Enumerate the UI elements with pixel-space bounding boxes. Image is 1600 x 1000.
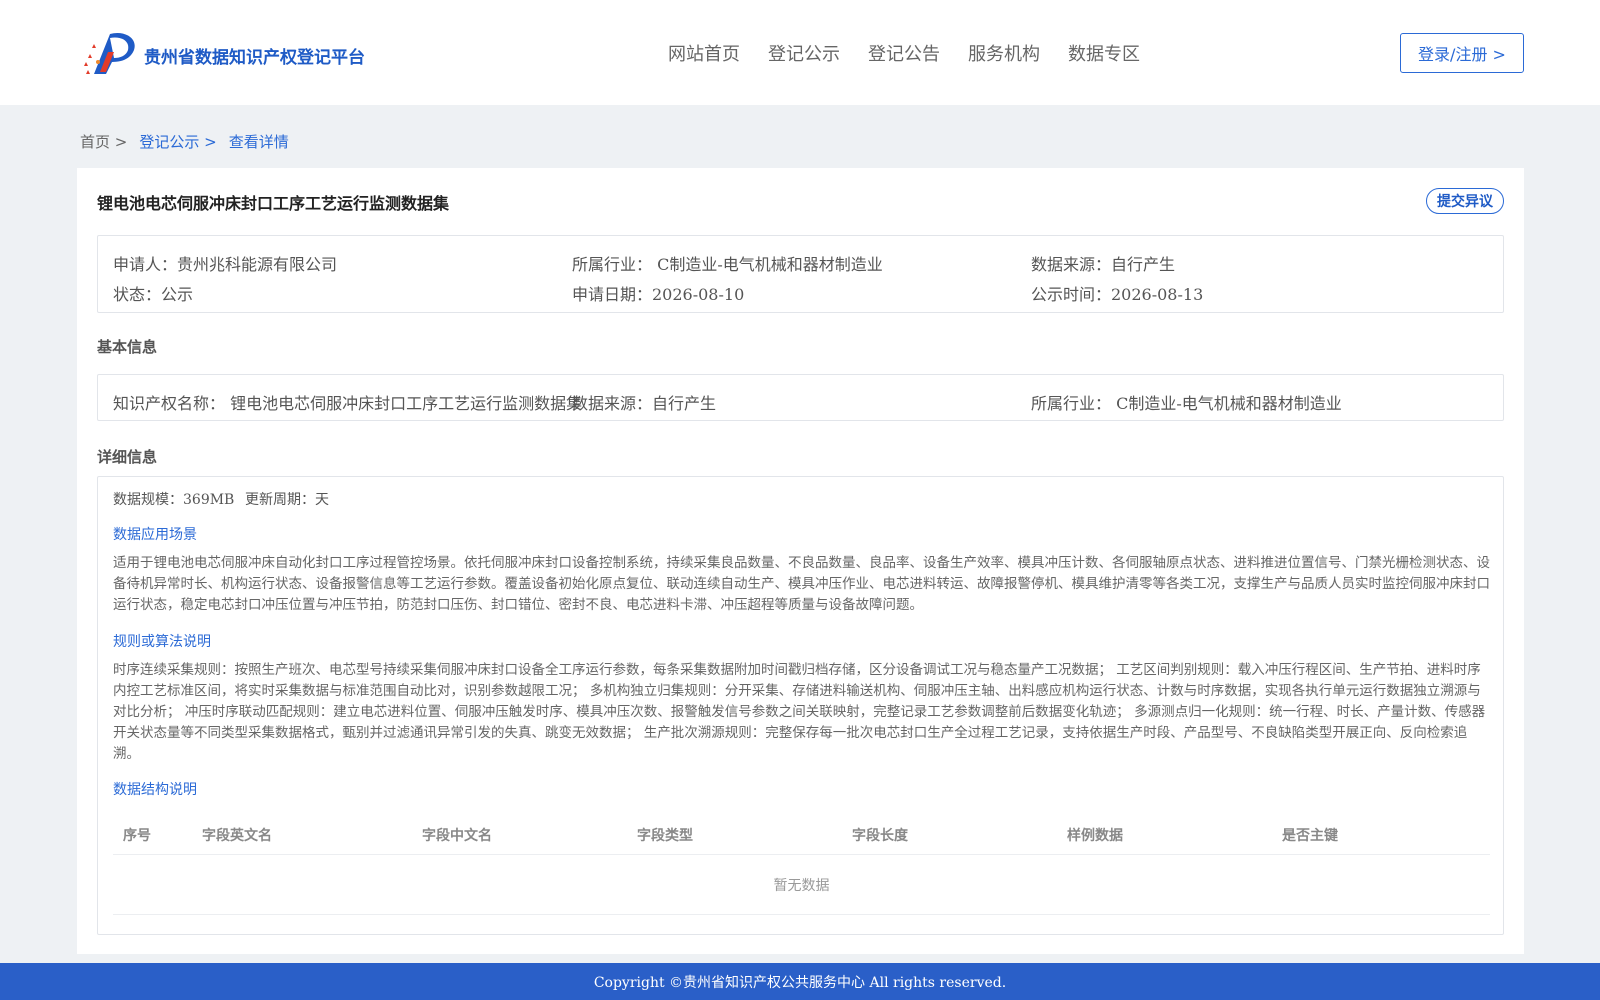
breadcrumb-current: 查看详情 xyxy=(228,133,289,151)
applicant: 申请人：贵州兆科能源有限公司 xyxy=(113,255,338,274)
login-register-button[interactable]: 登录/注册 > xyxy=(1400,33,1524,73)
main-nav: 网站首页 登记公示 登记公告 服务机构 数据专区 xyxy=(668,40,1168,66)
field-table-header: 序号 字段英文名 字段中文名 字段类型 字段长度 样例数据 是否主键 xyxy=(113,815,1490,855)
col-sample-data: 样例数据 xyxy=(1067,828,1123,844)
basic-industry: 所属行业： C制造业-电气机械和器材制造业 xyxy=(1031,394,1342,413)
scenario-title: 数据应用场景 xyxy=(113,527,197,543)
table-empty-state: 暂无数据 xyxy=(113,855,1490,915)
col-index: 序号 xyxy=(123,828,151,844)
structure-title: 数据结构说明 xyxy=(113,782,197,798)
summary-box: 申请人：贵州兆科能源有限公司 所属行业： C制造业-电气机械和器材制造业 数据来… xyxy=(97,235,1504,313)
nav-home[interactable]: 网站首页 xyxy=(668,40,740,66)
nav-service-agencies[interactable]: 服务机构 xyxy=(968,40,1040,66)
basic-data-source: 数据来源：自行产生 xyxy=(572,394,717,413)
ip-name: 知识产权名称： 锂电池电芯伺服冲床封口工序工艺运行监测数据集 xyxy=(113,394,583,413)
site-header: 贵州省数据知识产权登记平台 网站首页 登记公示 登记公告 服务机构 数据专区 登… xyxy=(0,0,1600,105)
breadcrumb-home[interactable]: 首页 > xyxy=(80,131,127,152)
logo-icon xyxy=(84,32,135,74)
submit-objection-button[interactable]: 提交异议 xyxy=(1426,188,1504,214)
col-english-name: 字段英文名 xyxy=(202,828,272,844)
update-cycle: 更新周期：天 xyxy=(245,492,329,508)
scenario-text: 适用于锂电池电芯伺服冲床自动化封口工序过程管控场景。依托伺服冲床封口设备控制系统… xyxy=(113,555,1490,613)
detail-info-box: 数据规模：369MB 更新周期：天 数据应用场景 适用于锂电池电芯伺服冲床自动化… xyxy=(97,476,1504,935)
copyright-text: Copyright ©贵州省知识产权公共服务中心 All rights rese… xyxy=(593,974,1007,991)
breadcrumb-publicity[interactable]: 登记公示 > xyxy=(139,131,216,152)
site-footer: Copyright ©贵州省知识产权公共服务中心 All rights rese… xyxy=(0,963,1600,1000)
site-logo[interactable]: 贵州省数据知识产权登记平台 xyxy=(80,28,365,78)
apply-date: 申请日期：2026-08-10 xyxy=(572,285,745,304)
basic-info-title: 基本信息 xyxy=(97,338,158,356)
col-primary-key: 是否主键 xyxy=(1282,828,1338,844)
col-chinese-name: 字段中文名 xyxy=(422,828,492,844)
publish-time: 公示时间：2026-08-13 xyxy=(1031,285,1204,304)
rules-title: 规则或算法说明 xyxy=(113,634,211,650)
nav-registration-publicity[interactable]: 登记公示 xyxy=(768,40,840,66)
basic-info-box: 知识产权名称： 锂电池电芯伺服冲床封口工序工艺运行监测数据集 数据来源：自行产生… xyxy=(97,374,1504,421)
breadcrumb: 首页 > 登记公示 > 查看详情 xyxy=(80,131,301,152)
rules-text: 时序连续采集规则：按照生产班次、电芯型号持续采集伺服冲床封口设备全工序运行参数，… xyxy=(113,662,1486,762)
page-title: 锂电池电芯伺服冲床封口工序工艺运行监测数据集 xyxy=(97,194,450,213)
site-title: 贵州省数据知识产权登记平台 xyxy=(144,47,365,68)
status: 状态：公示 xyxy=(113,285,194,304)
data-scale: 数据规模：369MB xyxy=(113,492,235,508)
nav-data-zone[interactable]: 数据专区 xyxy=(1068,40,1140,66)
col-field-type: 字段类型 xyxy=(637,828,693,844)
detail-info-title: 详细信息 xyxy=(97,448,158,466)
nav-registration-announcement[interactable]: 登记公告 xyxy=(868,40,940,66)
col-field-length: 字段长度 xyxy=(852,828,908,844)
data-source: 数据来源：自行产生 xyxy=(1031,255,1176,274)
detail-card: 锂电池电芯伺服冲床封口工序工艺运行监测数据集 提交异议 申请人：贵州兆科能源有限… xyxy=(77,168,1524,954)
industry: 所属行业： C制造业-电气机械和器材制造业 xyxy=(572,255,883,274)
